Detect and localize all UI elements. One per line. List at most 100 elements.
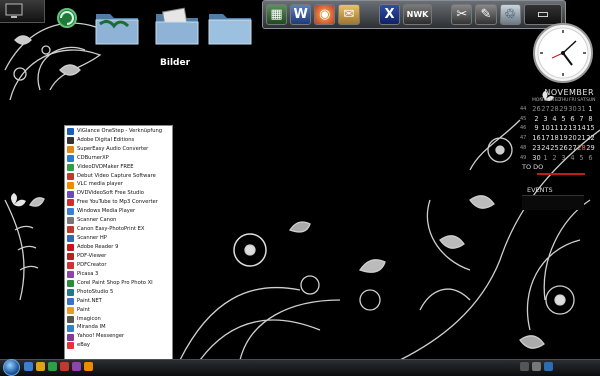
menu-item[interactable]: PhotoStudio 5 — [65, 288, 172, 297]
calendar-day[interactable]: 8 — [586, 115, 595, 123]
menu-item[interactable]: Adobe Reader 9 — [65, 243, 172, 252]
tray-network-icon[interactable] — [520, 362, 529, 371]
calendar-day[interactable]: 3 — [541, 115, 550, 123]
app-icon — [67, 306, 74, 314]
calendar-day[interactable]: 20 — [568, 134, 577, 142]
app-icon — [67, 190, 74, 198]
calendar-day[interactable]: 12 — [559, 124, 568, 132]
calendar-day[interactable]: 6 — [586, 154, 595, 162]
calendar-day-today[interactable]: 28 — [577, 144, 586, 152]
calendar-day[interactable]: 30 — [568, 105, 577, 113]
ie-icon[interactable] — [24, 362, 33, 371]
menu-item[interactable]: Picasa 3 — [65, 270, 172, 279]
tray-app-icon[interactable] — [544, 362, 553, 371]
calendar-day[interactable]: 14 — [577, 124, 586, 132]
folder-icon-2[interactable] — [205, 4, 255, 48]
calendar-day[interactable]: 28 — [550, 105, 559, 113]
calendar-day[interactable]: 29 — [559, 105, 568, 113]
quicklaunch-icon-2[interactable] — [72, 362, 81, 371]
folder-label-bilder[interactable]: Bilder — [160, 58, 190, 68]
recycle-icon[interactable]: ♲ — [499, 4, 521, 25]
calendar-day[interactable]: 22 — [586, 134, 595, 142]
menu-item[interactable]: Scanner HP — [65, 234, 172, 243]
folder-icon[interactable] — [92, 4, 142, 48]
menu-item[interactable]: eBay — [65, 342, 172, 351]
calendar-day[interactable]: 2 — [532, 115, 541, 123]
calendar-day[interactable]: 26 — [532, 105, 541, 113]
firefox-taskbar-icon[interactable] — [84, 362, 93, 371]
menu-item[interactable]: Miranda IM — [65, 324, 172, 333]
calendar-day[interactable]: 1 — [541, 154, 550, 162]
app-icon — [67, 145, 74, 153]
calendar-day[interactable]: 24 — [541, 144, 550, 152]
calendar-day[interactable]: 9 — [532, 124, 541, 132]
tools-icon[interactable]: ✂ — [451, 4, 473, 25]
menu-item[interactable]: Canon Easy-PhotoPrint EX — [65, 225, 172, 234]
menu-item[interactable]: Imagicon — [65, 315, 172, 324]
menu-item[interactable]: Yahoo! Messenger — [65, 333, 172, 342]
calendar-day[interactable]: 19 — [559, 134, 568, 142]
menu-item[interactable]: VideoDVDMaker FREE — [65, 163, 172, 172]
firefox-icon[interactable]: ◉ — [314, 4, 336, 25]
menu-item[interactable]: VLC media player — [65, 181, 172, 190]
explorer-icon[interactable] — [36, 362, 45, 371]
word-icon[interactable]: W — [290, 4, 312, 25]
calendar-day[interactable]: 23 — [532, 144, 541, 152]
tray-volume-icon[interactable] — [532, 362, 541, 371]
menu-item[interactable]: CDBurnerXP — [65, 154, 172, 163]
nwk-icon[interactable]: NWK — [403, 4, 432, 25]
calendar-day[interactable]: 27 — [568, 144, 577, 152]
menu-item[interactable]: Paint.NET — [65, 297, 172, 306]
calendar-day[interactable]: 1 — [586, 105, 595, 113]
calendar-day[interactable]: 17 — [541, 134, 550, 142]
calendar-day[interactable]: 3 — [559, 154, 568, 162]
menu-item[interactable]: Debut Video Capture Software — [65, 172, 172, 181]
calendar-day[interactable]: 4 — [568, 154, 577, 162]
calendar-day[interactable]: 7 — [577, 115, 586, 123]
calendar-day[interactable]: 25 — [550, 144, 559, 152]
menu-item[interactable]: PDFCreator — [65, 261, 172, 270]
x-icon[interactable]: X — [378, 4, 401, 25]
calendar-day[interactable]: 15 — [586, 124, 595, 132]
start-button[interactable] — [3, 359, 20, 376]
menu-item[interactable]: DVDVideoSoft Free Studio — [65, 190, 172, 199]
events-label[interactable]: EVENTS — [527, 186, 553, 194]
calendar-day[interactable]: 26 — [559, 144, 568, 152]
menu-item[interactable]: Scanner Canon — [65, 216, 172, 225]
calendar-day[interactable]: 6 — [568, 115, 577, 123]
clock-gadget[interactable] — [532, 22, 594, 84]
calendar-day[interactable]: 29 — [586, 144, 595, 152]
calendar-gadget[interactable]: NOVEMBER MON TUE WED THU FRI SAT SUN 44 … — [518, 88, 598, 166]
menu-item[interactable]: Adobe Digital Editions — [65, 136, 172, 145]
menu-item[interactable]: Paint — [65, 306, 172, 315]
app-icon — [67, 279, 74, 287]
wrench-icon[interactable]: ✎ — [475, 4, 497, 25]
calendar-day[interactable]: 18 — [550, 134, 559, 142]
calendar-day[interactable]: 16 — [532, 134, 541, 142]
calendar-day[interactable]: 30 — [532, 154, 541, 162]
calendar-day[interactable]: 2 — [550, 154, 559, 162]
mail-icon[interactable]: ✉ — [338, 4, 360, 25]
calendar-day[interactable]: 27 — [541, 105, 550, 113]
app-icon — [67, 262, 74, 270]
menu-item[interactable]: PDF-Viewer — [65, 252, 172, 261]
todo-label[interactable]: TO DO — [522, 163, 543, 171]
quicklaunch-icon[interactable] — [60, 362, 69, 371]
calendar-day[interactable]: 5 — [577, 154, 586, 162]
calendar-day[interactable]: 31 — [577, 105, 586, 113]
menu-item[interactable]: ViGlance OneStep - Verknüpfung — [65, 127, 172, 136]
calendar-day[interactable]: 21 — [577, 134, 586, 142]
top-left-toolbar[interactable] — [0, 0, 45, 23]
excel-icon[interactable]: ▦ — [266, 4, 288, 25]
calendar-day[interactable]: 10 — [541, 124, 550, 132]
menu-item[interactable]: SuperEasy Audio Converter — [65, 145, 172, 154]
menu-item[interactable]: Windows Media Player — [65, 207, 172, 216]
calendar-day[interactable]: 4 — [550, 115, 559, 123]
pictures-folder-icon[interactable] — [152, 4, 202, 48]
menu-item[interactable]: Corel Paint Shop Pro Photo XI — [65, 279, 172, 288]
calendar-day[interactable]: 13 — [568, 124, 577, 132]
media-icon[interactable] — [48, 362, 57, 371]
calendar-day[interactable]: 5 — [559, 115, 568, 123]
calendar-day[interactable]: 11 — [550, 124, 559, 132]
menu-item[interactable]: Free YouTube to Mp3 Converter — [65, 199, 172, 208]
